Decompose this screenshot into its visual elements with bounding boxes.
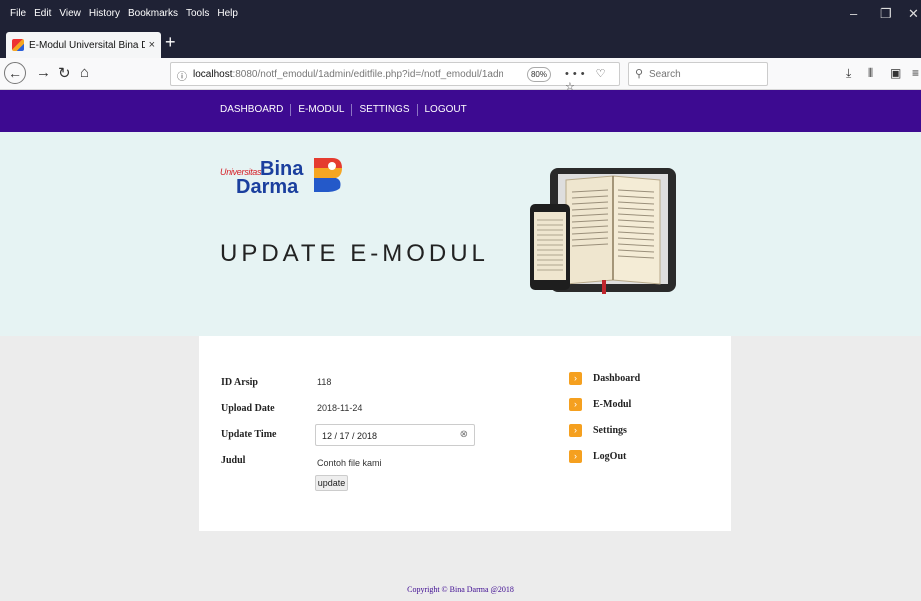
menu-history[interactable]: History — [89, 8, 120, 19]
side-item-dashboard[interactable]: › Dashboard — [569, 372, 689, 388]
chevron-right-icon: › — [569, 424, 582, 437]
tab-close-icon[interactable]: × — [149, 39, 155, 51]
home-icon[interactable]: ⌂ — [80, 64, 89, 81]
info-icon[interactable]: ⓘ — [177, 68, 187, 83]
tab-bar: E-Modul Universital Bina Darm × — [0, 28, 921, 58]
page-title: UPDATE E-MODUL — [220, 240, 489, 267]
library-icon[interactable]: ⫴ — [868, 66, 873, 81]
browser-tab[interactable]: E-Modul Universital Bina Darm × — [6, 32, 161, 58]
search-icon: ⚲ — [635, 68, 644, 80]
menu-file[interactable]: File — [10, 8, 26, 19]
side-item-label: Settings — [593, 425, 627, 436]
update-time-label: Update Time — [221, 429, 277, 440]
id-arsip-value: 118 — [317, 377, 332, 387]
logo-darma-text: Darma — [236, 176, 299, 198]
ebook-tablet-illustration — [530, 168, 676, 294]
side-item-logout[interactable]: › LogOut — [569, 450, 689, 466]
upload-date-label: Upload Date — [221, 403, 275, 414]
side-item-settings[interactable]: › Settings — [569, 424, 689, 440]
side-item-e-modul[interactable]: › E-Modul — [569, 398, 689, 414]
side-item-label: Dashboard — [593, 373, 641, 384]
menu-help[interactable]: Help — [217, 8, 238, 19]
update-time-value: 12 / 17 / 2018 — [322, 431, 378, 441]
forward-arrow-icon[interactable]: → — [36, 64, 51, 81]
zoom-level[interactable]: 80% — [527, 67, 551, 82]
browser-toolbar: ← → ↻ ⌂ ⓘ localhost:8080/notf_emodul/1ad… — [0, 58, 921, 93]
judul-value: Contoh file kami — [317, 458, 382, 468]
chevron-right-icon: › — [569, 398, 582, 411]
judul-label: Judul — [221, 455, 246, 466]
nav-settings[interactable]: SETTINGS — [352, 104, 418, 116]
search-input[interactable] — [649, 66, 759, 82]
restore-icon[interactable]: ❐ — [880, 6, 892, 22]
id-arsip-label: ID Arsip — [221, 377, 258, 388]
update-time-date-input[interactable]: 12 / 17 / 2018 ⊗ — [315, 424, 475, 446]
logo-mark-icon — [314, 158, 342, 192]
favicon-icon — [12, 39, 24, 51]
upload-date-value: 2018-11-24 — [317, 403, 363, 413]
update-button[interactable]: update — [315, 475, 348, 491]
reload-icon[interactable]: ↻ — [58, 64, 71, 82]
url-bar[interactable]: ⓘ localhost:8080/notf_emodul/1admin/edit… — [170, 62, 620, 93]
url-text[interactable]: localhost:8080/notf_emodul/1admin/editfi… — [193, 69, 503, 80]
sidebar-icon[interactable]: ▣ — [890, 66, 901, 80]
menu-bookmarks[interactable]: Bookmarks — [128, 8, 178, 19]
chevron-right-icon: › — [569, 450, 582, 463]
menu-view[interactable]: View — [59, 8, 81, 19]
footer-copyright: Copyright © Bina Darma @2018 — [407, 585, 514, 594]
hero-banner: Universitas Bina Darma UPDATE E-MODUL — [0, 132, 921, 336]
chevron-right-icon: › — [569, 372, 582, 385]
new-tab-button[interactable]: + — [165, 32, 176, 53]
menu-tools[interactable]: Tools — [186, 8, 209, 19]
tab-title: E-Modul Universital Bina Darm — [29, 39, 145, 51]
back-arrow-icon[interactable]: ← — [4, 62, 26, 84]
clear-date-icon[interactable]: ⊗ — [460, 429, 468, 440]
nav-dashboard[interactable]: DASHBOARD — [213, 104, 292, 116]
site-nav-list: DASHBOARD E-MODUL SETTINGS LOGOUT — [213, 104, 474, 116]
site-nav: DASHBOARD E-MODUL SETTINGS LOGOUT — [0, 90, 921, 132]
side-item-label: E-Modul — [593, 399, 632, 410]
hamburger-icon[interactable]: ≡ — [912, 66, 919, 80]
menu-edit[interactable]: Edit — [34, 8, 51, 19]
download-icon[interactable]: ⤓ — [846, 66, 851, 81]
menu-list: File Edit View History Bookmarks Tools H… — [10, 8, 238, 19]
browser-menubar: File Edit View History Bookmarks Tools H… — [0, 0, 921, 28]
minimize-icon[interactable]: – — [850, 6, 857, 21]
nav-logout[interactable]: LOGOUT — [418, 104, 474, 116]
bina-darma-logo: Universitas Bina Darma — [220, 156, 348, 200]
window-close-icon[interactable]: ✕ — [908, 6, 919, 22]
form-card: ID Arsip 118 Upload Date 2018-11-24 Upda… — [199, 336, 731, 531]
side-item-label: LogOut — [593, 451, 627, 462]
nav-e-modul[interactable]: E-MODUL — [291, 104, 353, 116]
search-bar[interactable]: ⚲ — [628, 62, 768, 86]
